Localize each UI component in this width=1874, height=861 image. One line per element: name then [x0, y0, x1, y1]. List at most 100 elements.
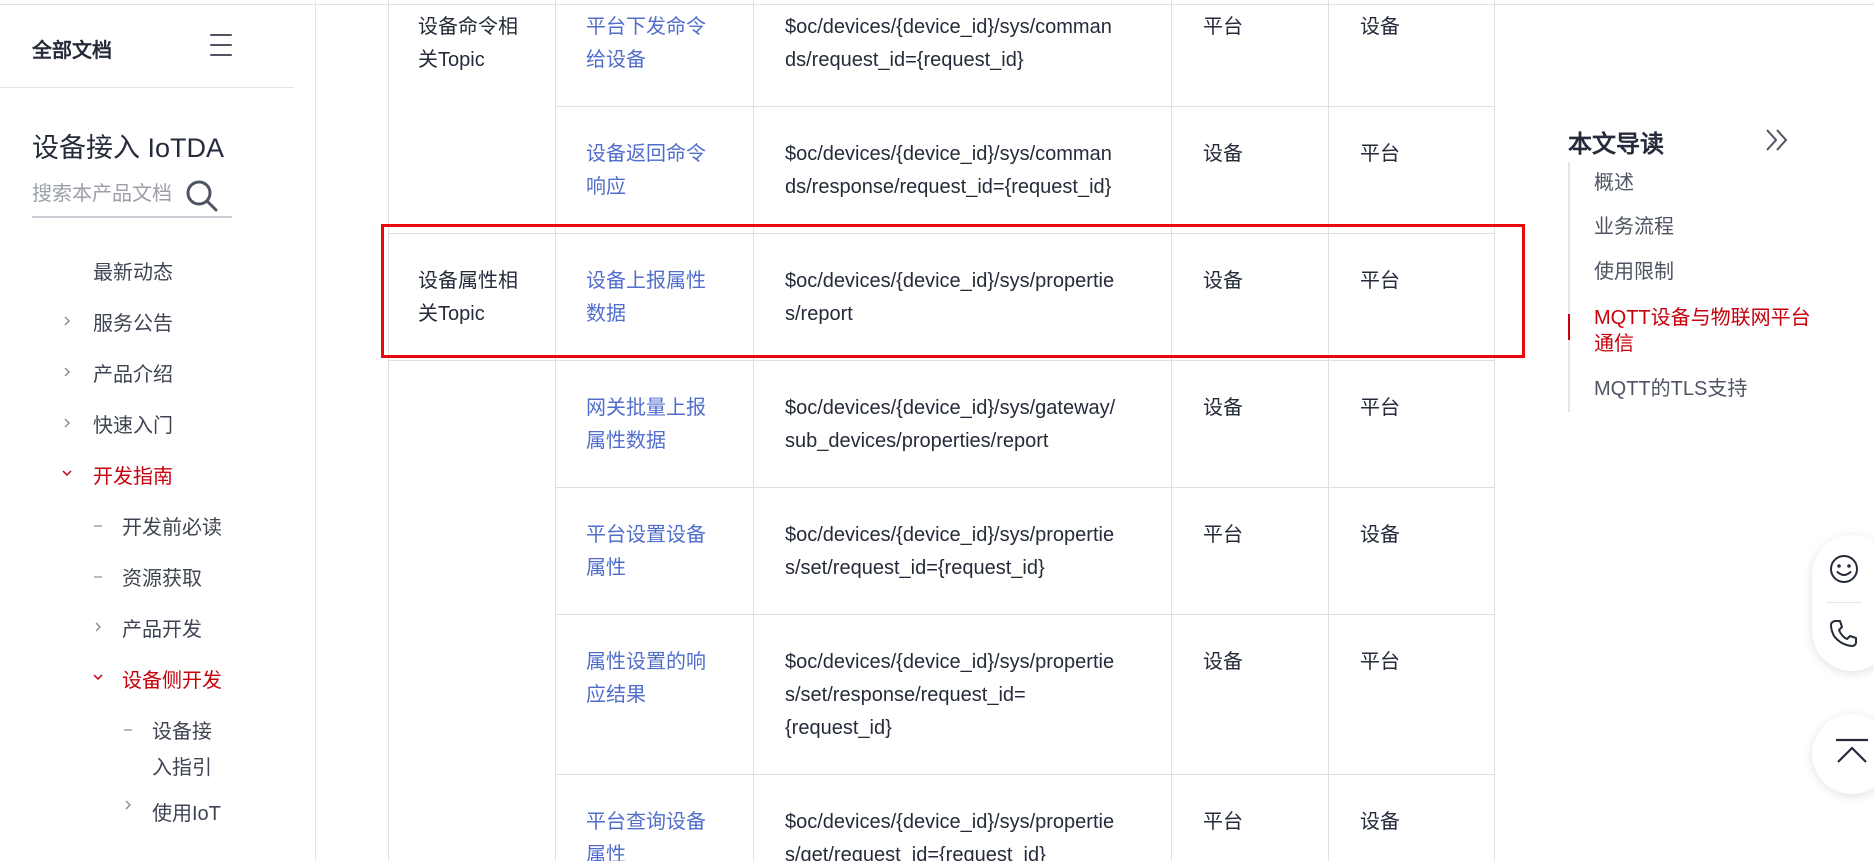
left-sidebar: 全部文档 设备接入 IoTDA 最新动态 服务公告 产品介绍 快速入门 开发指南… [0, 0, 316, 861]
subscriber-cell: 平台 [1360, 397, 1400, 419]
nav-bullet [94, 525, 102, 527]
chevron-right-icon[interactable] [123, 800, 133, 810]
topic-path: ds/response/request_id={request_id} [785, 176, 1112, 198]
publisher-cell: 设备 [1203, 651, 1243, 673]
table-border [1171, 0, 1172, 861]
nav-item-quick-start[interactable]: 快速入门 [93, 409, 173, 438]
topic-name-link[interactable]: 网关批量上报 [586, 392, 706, 425]
table-border [753, 0, 754, 861]
double-chevron-right-icon[interactable] [1764, 126, 1790, 154]
topic-path: s/set/response/request_id= [785, 684, 1026, 706]
table-border [555, 774, 1495, 775]
nav-item-latest-news[interactable]: 最新动态 [93, 256, 173, 285]
topic-name-link[interactable]: 属性 [586, 552, 626, 585]
nav-bullet [94, 576, 102, 578]
chevron-down-icon[interactable] [93, 672, 103, 682]
toc-item-overview[interactable]: 概述 [1594, 170, 1634, 197]
topic-name-link[interactable]: 属性设置的响 [586, 646, 706, 679]
nav-item-prerequisites[interactable]: 开发前必读 [122, 511, 222, 540]
topic-path: $oc/devices/{device_id}/sys/propertie [785, 524, 1115, 546]
float-divider [1826, 602, 1862, 603]
publisher-cell: 设备 [1203, 143, 1243, 165]
back-to-top-icon[interactable] [1832, 736, 1872, 772]
topic-name-link[interactable]: 平台查询设备 [586, 806, 706, 839]
table-border [555, 106, 1495, 107]
topic-name-link[interactable]: 应结果 [586, 679, 646, 712]
nav-item-access-guide-cont[interactable]: 入指引 [152, 751, 212, 780]
toc-item-workflow[interactable]: 业务流程 [1594, 214, 1674, 241]
nav-item-product-intro[interactable]: 产品介绍 [93, 358, 173, 387]
nav-item-dev-guide[interactable]: 开发指南 [93, 460, 173, 489]
topic-name-link[interactable]: 平台下发命令 [586, 11, 706, 44]
phone-icon[interactable] [1826, 615, 1862, 651]
table-border [555, 614, 1495, 615]
chevron-down-icon[interactable] [62, 468, 72, 478]
topic-name-link[interactable]: 平台设置设备 [586, 519, 706, 552]
nav-item-product-dev[interactable]: 产品开发 [122, 613, 202, 642]
topic-name-link[interactable]: 设备返回命令 [586, 138, 706, 171]
publisher-cell: 平台 [1203, 16, 1243, 38]
topic-name-link[interactable]: 属性数据 [586, 425, 666, 458]
floating-service-bar [1812, 535, 1874, 671]
nav-item-resources[interactable]: 资源获取 [122, 562, 202, 591]
search-icon[interactable] [184, 178, 220, 214]
topic-path: $oc/devices/{device_id}/sys/propertie [785, 651, 1115, 673]
subscriber-cell: 设备 [1360, 524, 1400, 546]
nav-item-use-iot[interactable]: 使用IoT [152, 797, 221, 826]
publisher-cell: 设备 [1203, 270, 1243, 292]
topic-path: $oc/devices/{device_id}/sys/comman [785, 143, 1112, 165]
publisher-cell: 设备 [1203, 397, 1243, 419]
subscriber-cell: 平台 [1360, 651, 1400, 673]
toc-active-marker [1568, 314, 1570, 340]
topic-path: s/report [785, 303, 853, 325]
chevron-right-icon[interactable] [93, 622, 103, 632]
product-title: 设备接入 IoTDA [32, 133, 225, 163]
topic-name-link[interactable]: 响应 [586, 171, 626, 204]
topic-name-link[interactable]: 属性 [586, 839, 626, 861]
table-border [388, 0, 389, 861]
subscriber-cell: 设备 [1360, 811, 1400, 833]
topic-path: s/get/request_id={request_id} [785, 844, 1046, 861]
topic-path: $oc/devices/{device_id}/sys/gateway/ [785, 397, 1116, 419]
topic-path: sub_devices/properties/report [785, 430, 1049, 452]
subscriber-cell: 设备 [1360, 16, 1400, 38]
table-border [555, 0, 556, 861]
toc-title: 本文导读 [1568, 131, 1664, 158]
publisher-cell: 平台 [1203, 811, 1243, 833]
back-to-top-button[interactable] [1812, 714, 1874, 794]
group-label: 设备属性相 [418, 270, 518, 292]
topic-path: $oc/devices/{device_id}/sys/comman [785, 16, 1112, 38]
search-box [32, 174, 232, 218]
topic-name-link[interactable]: 数据 [586, 298, 626, 331]
topic-path: ds/request_id={request_id} [785, 49, 1024, 71]
toc-item-mqtt-tls[interactable]: MQTT的TLS支持 [1594, 376, 1747, 403]
topic-table: 设备命令相 关Topic 设备属性相 关Topic 平台下发命令 给设备 $oc… [388, 0, 1496, 861]
table-border [555, 487, 1495, 488]
table-border [388, 233, 1495, 234]
chevron-right-icon[interactable] [62, 316, 72, 326]
toc-item-limits[interactable]: 使用限制 [1594, 259, 1674, 286]
chevron-right-icon[interactable] [62, 418, 72, 428]
table-border [388, 360, 1495, 361]
subscriber-cell: 平台 [1360, 143, 1400, 165]
nav-item-announcements[interactable]: 服务公告 [93, 307, 173, 336]
topic-path: $oc/devices/{device_id}/sys/propertie [785, 270, 1115, 292]
toc-item-mqtt-comm-cont[interactable]: 通信 [1594, 331, 1834, 358]
search-input[interactable] [32, 178, 172, 210]
nav-item-device-dev[interactable]: 设备侧开发 [122, 664, 222, 693]
table-border [1328, 0, 1329, 861]
smiley-icon[interactable] [1826, 551, 1862, 587]
topic-name-link[interactable]: 给设备 [586, 44, 646, 77]
group-label: 设备命令相 [418, 16, 518, 38]
topic-path: {request_id} [785, 717, 892, 739]
table-border [1494, 0, 1495, 861]
nav-item-access-guide[interactable]: 设备接 [152, 715, 212, 744]
chevron-right-icon[interactable] [62, 367, 72, 377]
group-label: 关Topic [418, 303, 485, 325]
publisher-cell: 平台 [1203, 524, 1243, 546]
nav-bullet [124, 729, 132, 731]
hamburger-icon[interactable] [210, 34, 234, 60]
toc-rail [1568, 162, 1570, 412]
toc-item-mqtt-comm[interactable]: MQTT设备与物联网平台 [1594, 305, 1834, 332]
topic-name-link[interactable]: 设备上报属性 [586, 265, 706, 298]
